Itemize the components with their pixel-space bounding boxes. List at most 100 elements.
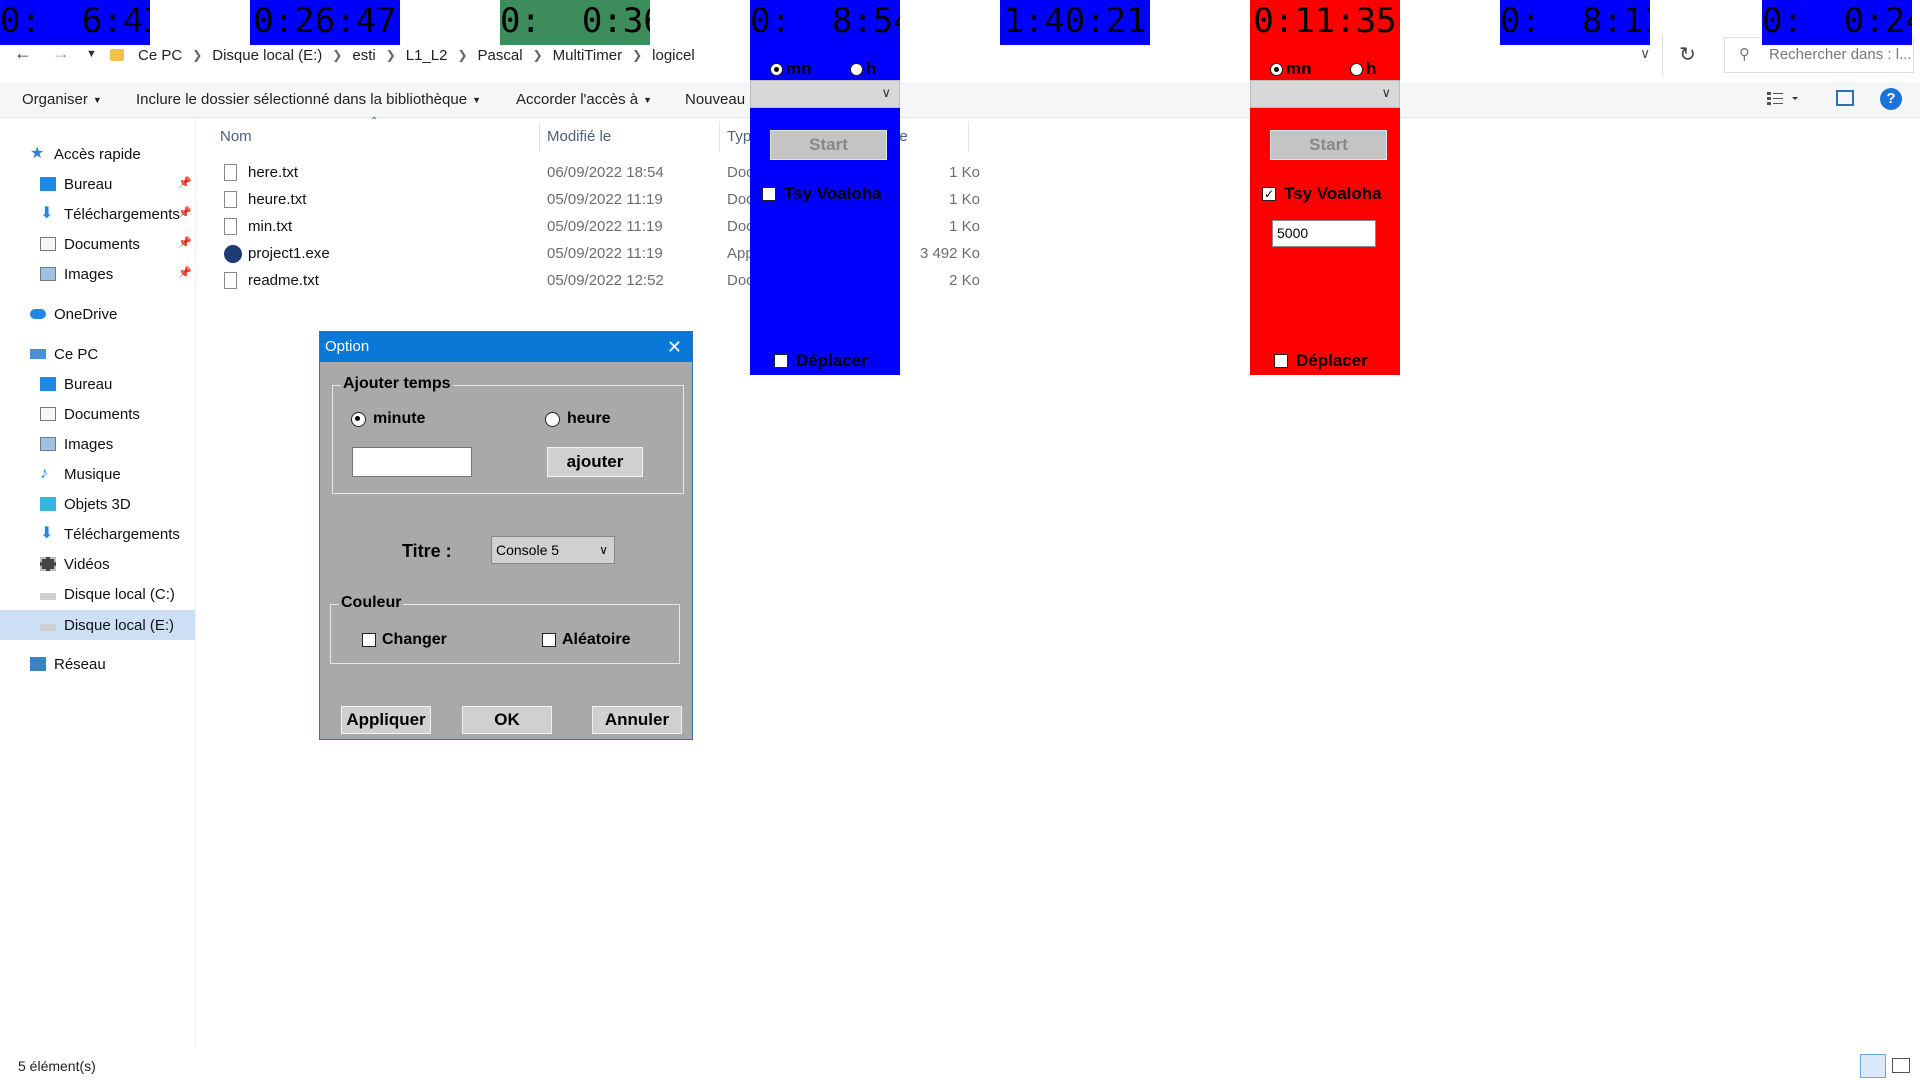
sidebar-item-pc-musique[interactable]: ♪ Musique bbox=[40, 460, 121, 488]
start-button[interactable]: Start bbox=[770, 130, 887, 160]
sidebar-label: OneDrive bbox=[54, 305, 118, 323]
sidebar-label: Bureau bbox=[64, 175, 113, 193]
crumb-multitimer[interactable]: MultiTimer bbox=[553, 47, 622, 64]
timer-display[interactable]: 0:11:35 bbox=[1250, 0, 1400, 45]
deplacer-checkbox[interactable]: Déplacer bbox=[1274, 351, 1368, 371]
radio-label: h bbox=[1366, 59, 1377, 78]
crumb-sep-icon: ❯ bbox=[332, 48, 343, 62]
sidebar-item-pc-documents[interactable]: Documents bbox=[40, 400, 140, 428]
accorder-button[interactable]: Accorder l'accès à ▼ bbox=[516, 91, 652, 108]
back-arrow-icon[interactable]: ← bbox=[14, 43, 32, 64]
sidebar-label: Téléchargements bbox=[64, 525, 180, 543]
temps-input[interactable] bbox=[352, 447, 472, 477]
application-icon bbox=[224, 245, 242, 263]
column-modified[interactable]: Modifié le bbox=[547, 128, 611, 145]
timer-display[interactable]: 0:26:47 bbox=[250, 0, 400, 45]
sidebar-item-pc-objets-3d[interactable]: Objets 3D bbox=[40, 490, 131, 518]
help-icon[interactable]: ? bbox=[1880, 88, 1902, 110]
annuler-button[interactable]: Annuler bbox=[592, 706, 682, 734]
ajouter-button[interactable]: ajouter bbox=[547, 447, 643, 477]
sidebar-item-onedrive[interactable]: OneDrive bbox=[30, 300, 117, 328]
radio-h[interactable]: h bbox=[1350, 59, 1376, 79]
computer-icon bbox=[30, 349, 46, 359]
file-name: project1.exe bbox=[248, 245, 330, 262]
sidebar-item-disque-c[interactable]: Disque local (C:) bbox=[40, 580, 175, 608]
interval-input[interactable]: 5000 bbox=[1272, 220, 1376, 247]
crumb-logicel[interactable]: logicel bbox=[652, 47, 695, 64]
deplacer-checkbox[interactable]: Déplacer bbox=[774, 351, 868, 371]
sidebar-label: Images bbox=[64, 265, 114, 283]
timer-display[interactable]: 0: 6:43 bbox=[0, 0, 150, 45]
radio-label: heure bbox=[567, 410, 611, 427]
checkbox-label: Tsy Voaloha bbox=[784, 184, 882, 203]
crumb-esti[interactable]: esti bbox=[352, 47, 375, 64]
aleatoire-checkbox[interactable]: Aléatoire bbox=[542, 631, 630, 649]
crumb-disque-e[interactable]: Disque local (E:) bbox=[212, 47, 322, 64]
sidebar-item-acces-rapide[interactable]: ★ Accès rapide bbox=[30, 140, 141, 168]
sidebar-item-reseau[interactable]: Réseau bbox=[30, 650, 106, 678]
sidebar-item-images[interactable]: Images bbox=[40, 260, 113, 288]
search-placeholder: Rechercher dans : l... bbox=[1769, 46, 1912, 63]
sidebar-item-pc-bureau[interactable]: Bureau bbox=[40, 370, 112, 398]
tsy-voaloha-checkbox[interactable]: Tsy Voaloha bbox=[762, 184, 882, 204]
timer-display[interactable]: 0: 0:24 bbox=[1762, 0, 1912, 45]
inclure-button[interactable]: Inclure le dossier sélectionné dans la b… bbox=[136, 91, 481, 108]
sidebar-label: Documents bbox=[64, 405, 140, 423]
timer-combo[interactable]: ∨ bbox=[1250, 80, 1400, 108]
appliquer-button[interactable]: Appliquer bbox=[341, 706, 431, 734]
text-file-icon bbox=[224, 218, 237, 235]
column-divider[interactable] bbox=[968, 122, 969, 152]
timer-display[interactable]: 0: 0:36 bbox=[500, 0, 650, 45]
organiser-button[interactable]: Organiser ▼ bbox=[22, 91, 102, 108]
radio-minute[interactable]: minute bbox=[351, 410, 425, 428]
timer-display[interactable]: 0: 8:11 bbox=[1500, 0, 1650, 45]
sidebar-item-telechargements[interactable]: ⬇ Téléchargements bbox=[40, 200, 180, 228]
sidebar-item-pc-images[interactable]: Images bbox=[40, 430, 113, 458]
column-name[interactable]: Nom bbox=[220, 128, 252, 145]
pictures-icon bbox=[40, 267, 56, 281]
recent-chevron-icon[interactable]: ▼ bbox=[86, 48, 97, 60]
crumb-ce-pc[interactable]: Ce PC bbox=[138, 47, 182, 64]
column-type[interactable]: Typ bbox=[727, 128, 751, 145]
preview-pane-icon[interactable] bbox=[1836, 90, 1854, 106]
titre-select[interactable]: Console 5 ∨ bbox=[491, 536, 615, 564]
radio-label: mn bbox=[786, 59, 812, 78]
changer-checkbox[interactable]: Changer bbox=[362, 631, 447, 649]
sidebar-item-ce-pc[interactable]: Ce PC bbox=[30, 340, 98, 368]
file-name: heure.txt bbox=[248, 191, 307, 208]
sidebar-item-bureau[interactable]: Bureau bbox=[40, 170, 112, 198]
start-button[interactable]: Start bbox=[1270, 130, 1387, 160]
dialog-title-bar[interactable]: Option ✕ bbox=[320, 332, 692, 362]
sidebar-item-pc-telechargements[interactable]: ⬇ Téléchargements bbox=[40, 520, 180, 548]
radio-heure[interactable]: heure bbox=[545, 410, 611, 428]
crumb-pascal[interactable]: Pascal bbox=[478, 47, 523, 64]
tsy-voaloha-checkbox[interactable]: ✓ Tsy Voaloha bbox=[1262, 184, 1382, 204]
timer-display[interactable]: 1:40:21 bbox=[1000, 0, 1150, 45]
timer-combo[interactable]: ∨ bbox=[750, 80, 900, 108]
sidebar-item-documents[interactable]: Documents bbox=[40, 230, 140, 258]
crumb-l1-l2[interactable]: L1_L2 bbox=[406, 47, 448, 64]
pictures-icon bbox=[40, 437, 56, 451]
radio-mn[interactable]: mn bbox=[1270, 59, 1312, 79]
checkmark-icon: ✓ bbox=[1262, 187, 1276, 201]
timer-display[interactable]: 0: 8:54 bbox=[750, 0, 900, 45]
details-view-icon[interactable] bbox=[1860, 1054, 1886, 1078]
nouveau-button[interactable]: Nouveau d bbox=[685, 91, 758, 108]
column-divider[interactable] bbox=[719, 122, 720, 152]
crumb-sep-icon: ❯ bbox=[385, 48, 396, 62]
column-divider[interactable] bbox=[539, 122, 540, 152]
crumb-sep-icon: ❯ bbox=[457, 48, 468, 62]
forward-arrow-icon[interactable]: → bbox=[52, 43, 70, 64]
radio-mn[interactable]: mn bbox=[770, 59, 812, 79]
file-name: readme.txt bbox=[248, 272, 319, 289]
checkbox-label: Déplacer bbox=[796, 351, 868, 370]
refresh-button[interactable]: ↻ bbox=[1662, 35, 1712, 75]
sidebar-item-pc-videos[interactable]: Vidéos bbox=[40, 550, 110, 578]
close-icon[interactable]: ✕ bbox=[667, 332, 682, 362]
view-options-icon[interactable] bbox=[1766, 90, 1798, 106]
sidebar-item-disque-e[interactable]: Disque local (E:) bbox=[0, 610, 195, 640]
address-dropdown-icon[interactable]: ∨ bbox=[1640, 45, 1650, 62]
radio-h[interactable]: h bbox=[850, 59, 876, 79]
ok-button[interactable]: OK bbox=[462, 706, 552, 734]
large-icons-view-icon[interactable] bbox=[1892, 1058, 1910, 1073]
